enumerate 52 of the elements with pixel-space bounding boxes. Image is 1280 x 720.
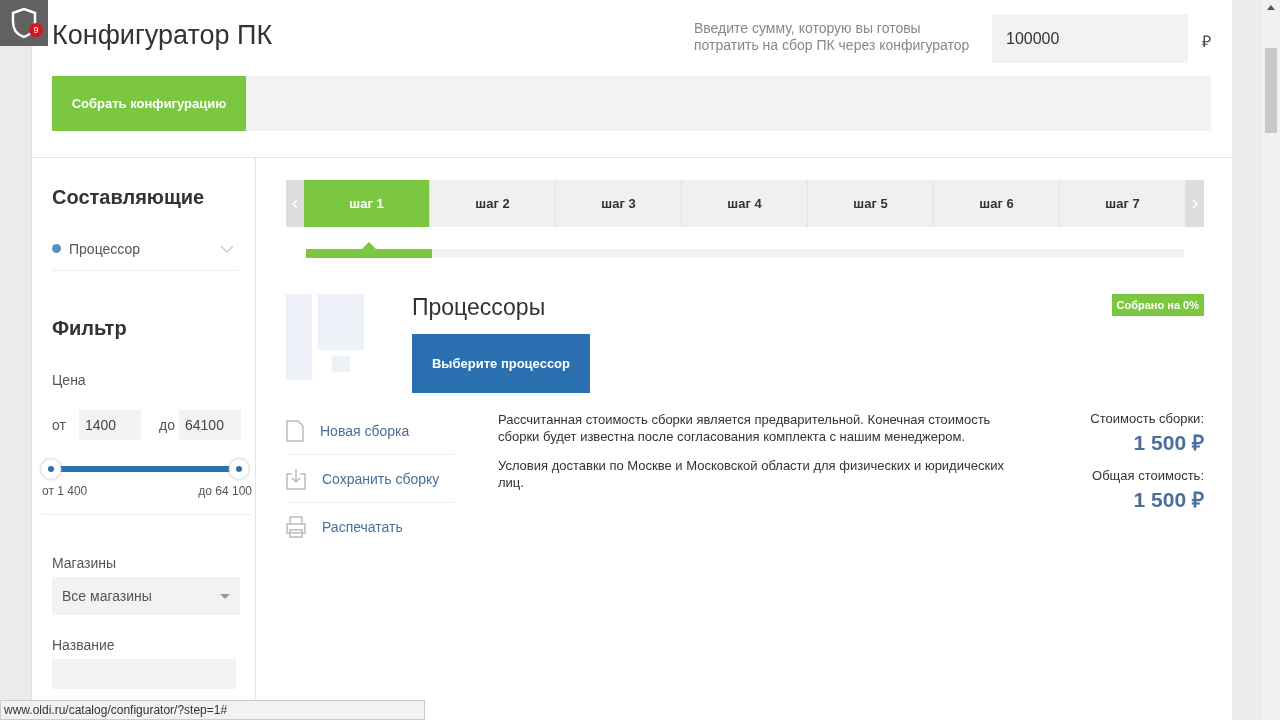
total-label: Общая стоимость: [1092,468,1204,483]
range-thumb[interactable] [229,459,249,479]
progress-badge: Собрано на 0% [1111,294,1204,316]
chevron-right-icon [1192,198,1198,209]
action-link[interactable]: Новая сборка [286,407,454,455]
step-tab[interactable]: шаг 2 [430,180,556,227]
scrollbar[interactable] [1262,0,1280,720]
chevron-left-icon [292,198,298,209]
action-link[interactable]: Сохранить сборку [286,455,454,503]
document-icon [286,419,304,442]
page-title: Конфигуратор ПК [52,20,274,51]
caret-icon [220,593,230,599]
info-note: Рассчитанная стоимость сборки является предварительной. Конечная стоимость сборки будет известна после согласования комплекта с нашим менеджером. [498,411,992,445]
step-tab[interactable]: шаг 7 [1060,180,1186,227]
section-title: Процессоры [412,294,547,321]
previous-button[interactable] [286,180,304,227]
price-label: Цена [52,372,87,388]
extension-button[interactable]: 9 [0,0,48,46]
notification-badge: 9 [29,23,43,37]
range-max-text: до 64 100 [198,484,252,498]
from-label: от [52,417,67,433]
pointer-triangle-icon [362,242,376,249]
step-tab[interactable]: шаг 5 [808,180,934,227]
component-label: Процессор [69,240,141,257]
price-to-field[interactable]: 64100 [179,410,241,440]
shield-icon [11,8,37,38]
components-title: Составляющие [52,185,206,210]
total-value: 1 500 ₽ [1133,430,1204,456]
step-tab[interactable]: шаг 4 [682,180,808,227]
filter-title: Фильтр [52,316,128,341]
total-label: Стоимость сборки: [1090,411,1204,426]
component-item[interactable]: Процессор [52,227,238,271]
shops-select[interactable]: Все магазины [52,577,240,615]
status-url: www.oldi.ru/catalog/configurator/?step=1# [0,700,425,720]
range-min-text: от 1 400 [42,484,88,498]
range-thumb[interactable] [41,459,61,479]
budget-hint: Введите сумму, которую вы готовы потратить на сбор ПК через конфигуратор [694,20,971,54]
choose-processor-button[interactable]: Выберите процессор [412,334,590,393]
step-tab[interactable]: шаг 6 [934,180,1060,227]
name-label: Название [52,637,116,653]
to-label: до [158,417,176,433]
shops-label: Магазины [52,555,118,571]
printer-icon [286,516,306,538]
step-tab[interactable]: шаг 3 [556,180,682,227]
total-value: 1 500 ₽ [1133,487,1204,513]
price-from-field[interactable]: 1400 [79,410,141,440]
download-icon [286,467,306,490]
info-note: Условия доставки по Москве и Московской области для физических и юридических лиц. [498,457,1005,491]
action-link[interactable]: Распечатать [286,503,454,551]
next-button[interactable] [1186,180,1204,227]
currency-sign: ₽ [1202,32,1211,52]
budget-field[interactable]: 100000 [992,14,1188,63]
